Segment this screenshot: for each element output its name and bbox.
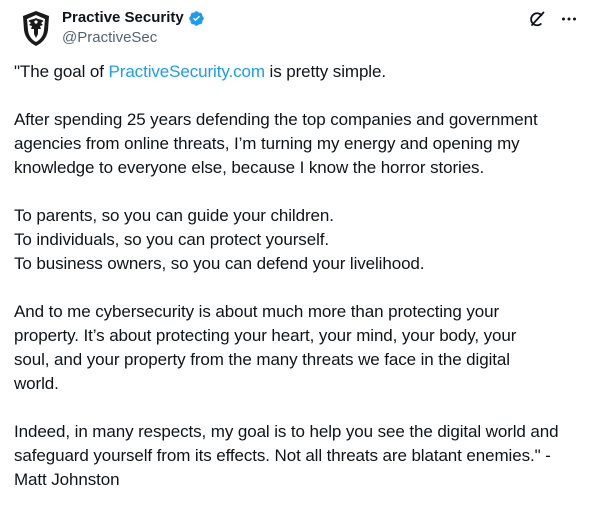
post-body: "The goal of PractiveSecurity.com is pre…	[14, 60, 584, 516]
post-text: "The goal of	[14, 62, 109, 81]
post-line: To business owners, so you can defend yo…	[14, 254, 425, 273]
post-paragraph-1: "The goal of PractiveSecurity.com is pre…	[14, 60, 584, 84]
author-handle[interactable]: @PractiveSec	[62, 28, 205, 48]
more-dots-icon	[562, 17, 576, 21]
post-line: knowledge to everyone else, because I kn…	[14, 158, 485, 177]
post-line: To parents, so you can guide your childr…	[14, 206, 334, 225]
post-paragraph-2: After spending 25 years defending the to…	[14, 108, 584, 180]
post-header: Practive Security @PractiveSec	[14, 6, 580, 50]
post-line: Matt Johnston	[14, 470, 120, 489]
post-text: is pretty simple.	[264, 62, 387, 81]
more-button[interactable]	[558, 8, 580, 30]
post-line: property. It’s about protecting your hea…	[14, 326, 517, 345]
slash-circle-icon	[530, 11, 545, 27]
author-names: Practive Security @PractiveSec	[62, 9, 205, 48]
post-card: Practive Security @PractiveSec "The goal…	[0, 0, 594, 498]
post-line: "The goal of PractiveSecurity.com is pre…	[14, 60, 584, 84]
post-line: world.	[14, 374, 59, 393]
verified-badge-icon	[188, 10, 204, 26]
site-link[interactable]: PractiveSecurity.com	[109, 62, 266, 81]
grok-button[interactable]	[526, 8, 548, 30]
post-line: soul, and your property from the many th…	[14, 350, 510, 369]
avatar[interactable]	[16, 8, 56, 48]
post-paragraph-3: To parents, so you can guide your childr…	[14, 204, 584, 276]
post-paragraph-4: And to me cybersecurity is about much mo…	[14, 300, 584, 396]
post-line: And to me cybersecurity is about much mo…	[14, 302, 500, 321]
display-name-row[interactable]: Practive Security	[62, 9, 205, 27]
post-line: safeguard yourself from its effects. Not…	[14, 446, 551, 465]
display-name[interactable]: Practive Security	[62, 9, 184, 27]
post-line: After spending 25 years defending the to…	[14, 110, 538, 129]
eagle-shield-logo-icon	[23, 11, 49, 46]
post-line: agencies from online threats, I’m turnin…	[14, 134, 520, 153]
post-line: To individuals, so you can protect yours…	[14, 230, 329, 249]
post-actions	[526, 8, 580, 30]
post-paragraph-5: Indeed, in many respects, my goal is to …	[14, 420, 584, 492]
post-line: Indeed, in many respects, my goal is to …	[14, 422, 559, 441]
